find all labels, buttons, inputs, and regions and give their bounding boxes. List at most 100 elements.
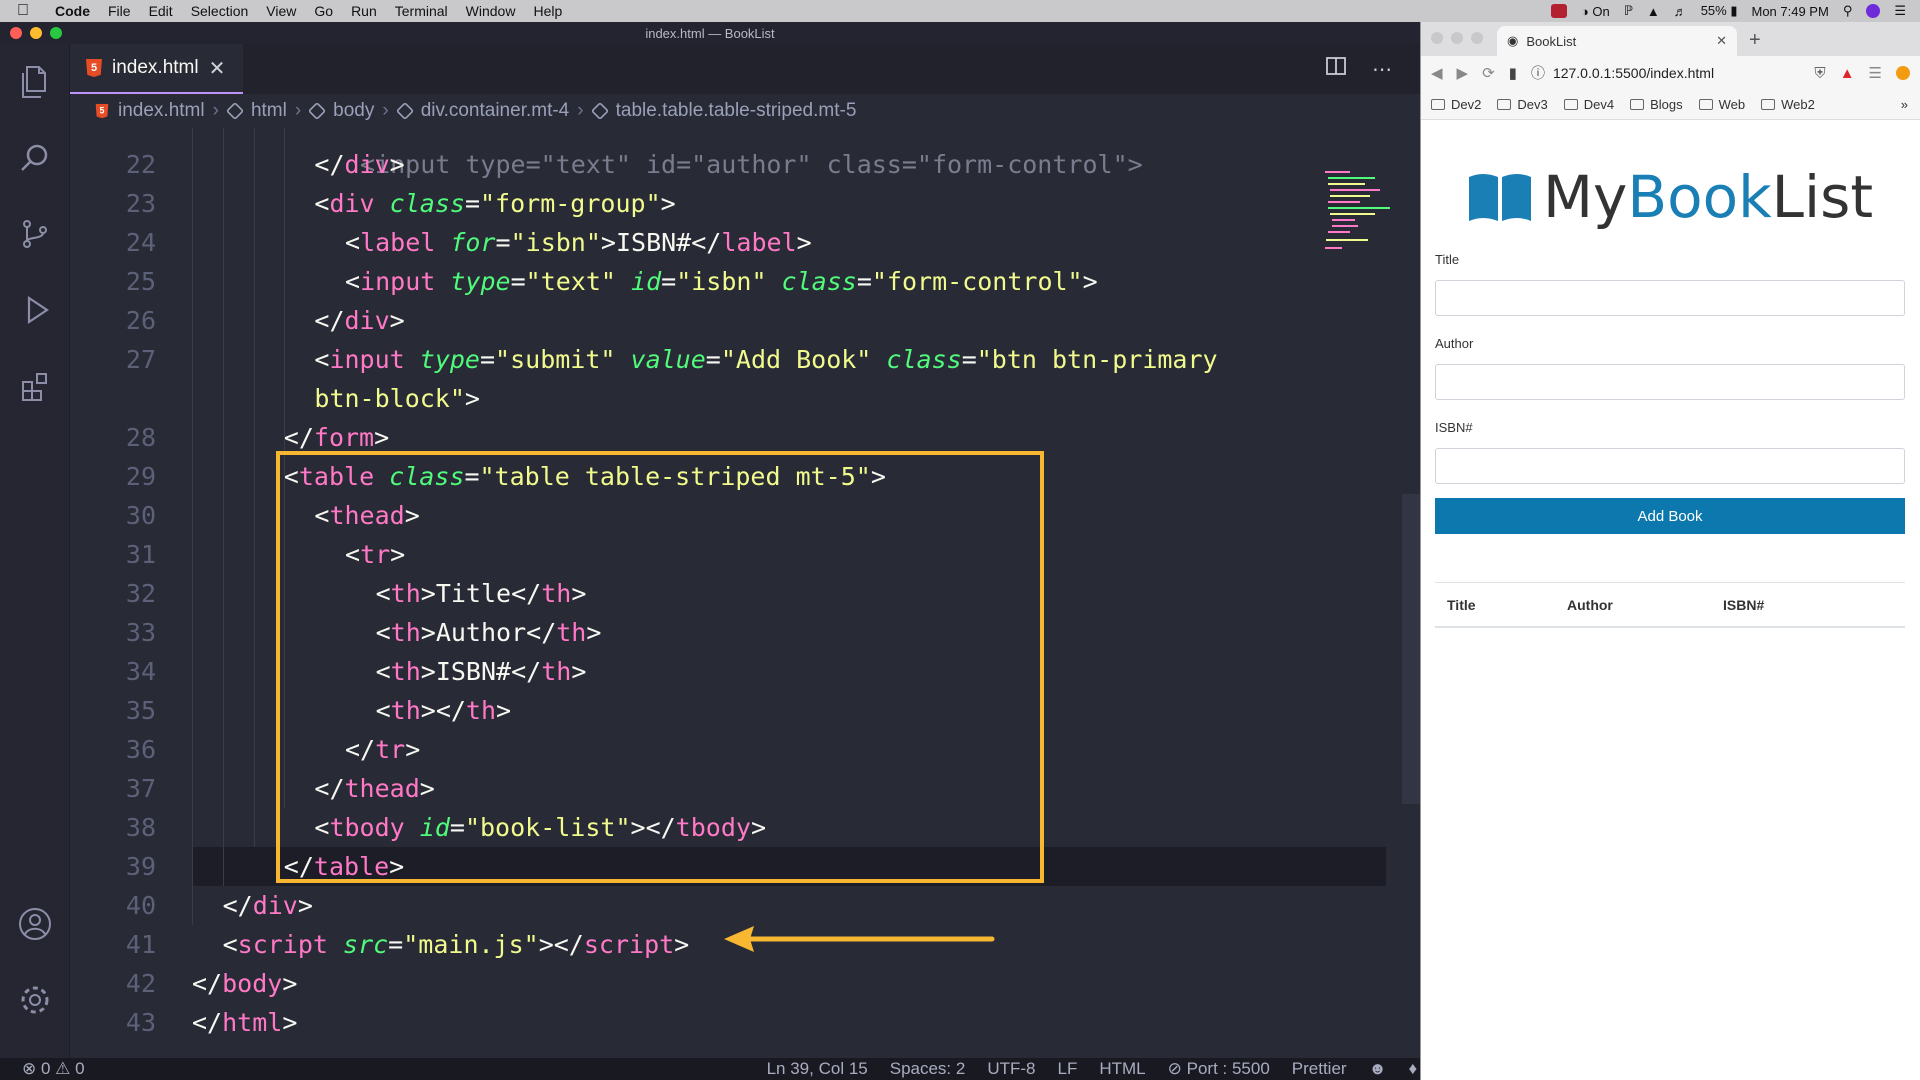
battery-percent: 55% [1700, 3, 1727, 18]
menu-code[interactable]: Code [46, 3, 99, 19]
language-mode[interactable]: HTML [1099, 1059, 1145, 1079]
extension-icon[interactable] [1896, 66, 1910, 80]
control-center-icon[interactable]: ☰ [1894, 3, 1906, 19]
author-input[interactable] [1435, 364, 1905, 400]
breadcrumb-file[interactable]: index.html [118, 100, 205, 122]
title-input[interactable] [1435, 280, 1905, 316]
browser-tab[interactable]: ◉ BookList ✕ [1497, 26, 1737, 56]
menu-run[interactable]: Run [342, 3, 386, 19]
code-line-text: <input type="text" id="isbn" class="form… [345, 262, 1098, 301]
chevron-right-icon: › [577, 100, 584, 121]
isbn-input[interactable] [1435, 448, 1905, 484]
breadcrumb-html[interactable]: html [251, 100, 287, 122]
back-icon[interactable]: ◀ [1431, 64, 1443, 82]
wifi-icon[interactable]: ▲ [1647, 4, 1660, 19]
search-icon[interactable] [0, 120, 70, 196]
line-ending[interactable]: LF [1058, 1059, 1078, 1079]
siri-icon[interactable] [1866, 4, 1881, 18]
editor-tabbar: 5 index.html ✕ ⋯ [70, 44, 1420, 94]
bookmark-icon[interactable]: ▮ [1509, 64, 1517, 82]
extensions-icon[interactable] [0, 348, 70, 424]
volume-icon[interactable]: ♬ [1674, 4, 1687, 19]
spotlight-icon[interactable]: ⚲ [1843, 3, 1853, 19]
address-bar[interactable]: ⓘ 127.0.0.1:5500/index.html [1531, 63, 1800, 83]
logo-my: My [1542, 163, 1628, 231]
line-number: 36 [125, 735, 156, 764]
explorer-icon[interactable] [0, 44, 70, 120]
split-editor-icon[interactable] [1326, 57, 1346, 81]
menu-help[interactable]: Help [524, 3, 571, 19]
bookmark-folder[interactable]: Web [1698, 97, 1745, 112]
code-token: value [630, 345, 706, 374]
menu-selection[interactable]: Selection [182, 3, 258, 19]
more-actions-icon[interactable]: ⋯ [1372, 57, 1392, 82]
prettier-status[interactable]: Prettier [1292, 1059, 1347, 1079]
line-number: 38 [125, 813, 156, 842]
feedback-icon[interactable]: ☻ [1369, 1059, 1387, 1079]
brave-shield-icon[interactable]: ⛨ [1814, 65, 1825, 82]
menu-view[interactable]: View [257, 3, 305, 19]
tab-index-html[interactable]: 5 index.html ✕ [70, 44, 244, 94]
minimize-window-button[interactable] [30, 27, 42, 39]
bookmark-folder[interactable]: Blogs [1630, 97, 1683, 112]
code-token: class [389, 189, 465, 218]
settings-gear-icon[interactable] [0, 962, 70, 1038]
problems-indicator[interactable]: ⊗ 0 ⚠ 0 [22, 1059, 85, 1079]
encoding[interactable]: UTF-8 [987, 1059, 1035, 1079]
menu-edit[interactable]: Edit [140, 3, 182, 19]
browser-close-button[interactable] [1431, 32, 1443, 44]
code-token: type [450, 267, 511, 296]
info-icon[interactable]: ⓘ [1531, 63, 1545, 83]
close-window-button[interactable] [10, 27, 22, 39]
menu-terminal[interactable]: Terminal [386, 3, 457, 19]
breadcrumb-div[interactable]: div.container.mt-4 [421, 100, 570, 122]
recording-icon[interactable] [1550, 4, 1567, 18]
menu-go[interactable]: Go [305, 3, 342, 19]
close-tab-icon[interactable]: ✕ [1716, 33, 1727, 49]
account-icon[interactable] [0, 886, 70, 962]
bookmark-folder[interactable]: Dev2 [1431, 97, 1481, 112]
bookmarks-overflow-icon[interactable]: » [1901, 97, 1920, 112]
code-token: div [344, 150, 390, 179]
code-token: < [314, 189, 330, 218]
breadcrumb-body[interactable]: body [333, 100, 374, 122]
line-number: 39 [125, 852, 156, 881]
code-token: div [252, 891, 298, 920]
cursor-position[interactable]: Ln 39, Col 15 [767, 1059, 868, 1079]
indentation[interactable]: Spaces: 2 [890, 1059, 966, 1079]
source-control-icon[interactable] [0, 196, 70, 272]
add-book-button[interactable]: Add Book [1435, 498, 1905, 534]
bluetooth-icon[interactable]: ℙ [1624, 3, 1633, 19]
reading-list-icon[interactable]: ☰ [1869, 64, 1882, 82]
bookmark-folder[interactable]: Dev4 [1563, 97, 1614, 112]
reload-icon[interactable]: ⟳ [1482, 64, 1495, 82]
minimap[interactable] [1320, 168, 1400, 268]
apple-icon[interactable]:  [0, 2, 46, 20]
code-token: = [464, 189, 480, 218]
brave-rewards-icon[interactable]: ▲ [1840, 65, 1855, 82]
forward-icon[interactable]: ▶ [1457, 64, 1469, 82]
browser-minimize-button[interactable] [1451, 32, 1463, 44]
notifications-bell-icon[interactable]: ♦ [1408, 1059, 1417, 1079]
new-tab-button[interactable]: + [1749, 26, 1761, 56]
logo-list: List [1771, 163, 1874, 231]
url-text: 127.0.0.1:5500/index.html [1552, 65, 1715, 81]
code-token: script [237, 930, 344, 959]
menu-window[interactable]: Window [457, 3, 525, 19]
vertical-scrollbar[interactable] [1402, 494, 1420, 804]
breadcrumb-table[interactable]: table.table.table-striped.mt-5 [616, 100, 857, 122]
code-token: input [360, 267, 451, 296]
bookmark-folder[interactable]: Web2 [1761, 97, 1815, 112]
live-server-port[interactable]: ⊘ Port : 5500 [1168, 1059, 1270, 1079]
close-tab-icon[interactable]: ✕ [209, 56, 226, 81]
browser-maximize-button[interactable] [1471, 32, 1483, 44]
focus-status[interactable]: ◑ On [1581, 4, 1610, 19]
clock[interactable]: Mon 7:49 PM [1751, 4, 1828, 19]
line-number: 24 [125, 228, 156, 257]
menu-file[interactable]: File [99, 3, 140, 19]
run-debug-icon[interactable] [0, 272, 70, 348]
line-number: 22 [125, 150, 156, 179]
bookmark-folder[interactable]: Dev3 [1497, 97, 1548, 112]
maximize-window-button[interactable] [50, 27, 62, 39]
battery-status[interactable]: 55% ▮ [1701, 3, 1738, 19]
